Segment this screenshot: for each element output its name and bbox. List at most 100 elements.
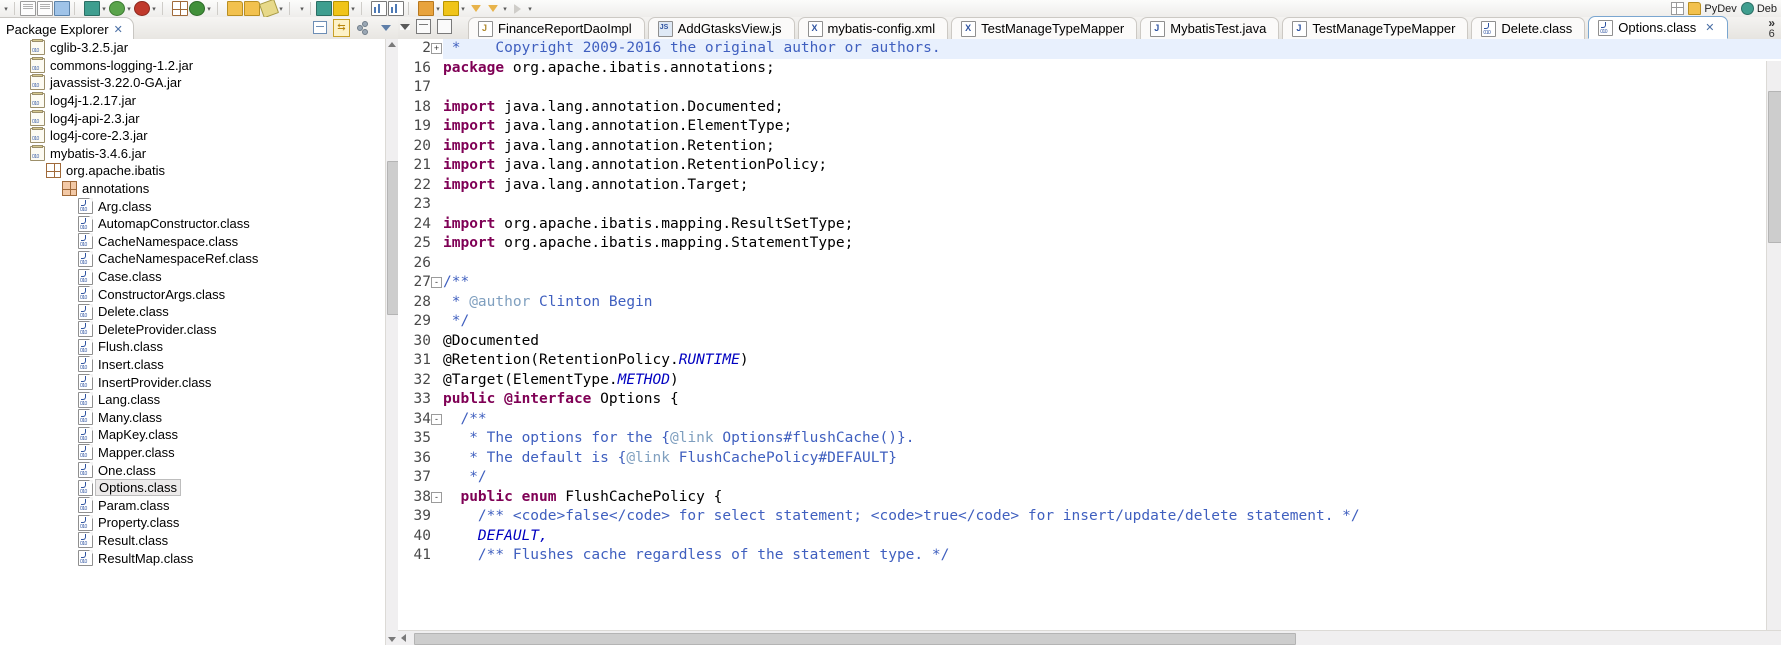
editor-tab-financereportdaoimpl[interactable]: FinanceReportDaoImpl [468,17,645,39]
code-line[interactable]: package org.apache.ibatis.annotations; [443,59,1781,79]
back-button[interactable] [467,1,484,16]
maximize-icon[interactable] [437,19,452,34]
code-line[interactable]: */ [443,468,1781,488]
editor-tab-addgtasksview-js[interactable]: AddGtasksView.js [647,17,795,39]
tree-item-commons-logging-1-2-jar[interactable]: commons-logging-1.2.jar [0,56,386,75]
tree-item-resultmap-class[interactable]: ResultMap.class [0,549,386,567]
tree-item-cachenamespace-class[interactable]: CacheNamespace.class [0,233,386,251]
package-explorer-tree[interactable]: cglib-3.2.5.jarcommons-logging-1.2.jar ja… [0,39,386,645]
editor-tab-delete-class[interactable]: Delete.class [1471,17,1586,39]
new-java-package-button[interactable] [171,1,188,16]
tree-item-cglib-3-2-5-jar[interactable]: cglib-3.2.5.jar [0,39,386,57]
code-line[interactable]: @Documented [443,332,1781,352]
fold-expand-icon[interactable]: + [431,43,442,54]
search-button[interactable] [315,1,332,16]
tree-item-options-class[interactable]: Options.class [0,479,386,497]
chevron-down-icon[interactable] [400,23,410,30]
tree-item-cachenamespaceref-class[interactable]: CacheNamespaceRef.class [0,250,386,268]
refresh-button[interactable] [188,1,205,16]
view-filters-button[interactable] [355,19,372,36]
tree-item-mapkey-class[interactable]: MapKey.class [0,426,386,444]
tree-item-param-class[interactable]: Param.class [0,496,386,514]
code-line[interactable]: import org.apache.ibatis.mapping.ResultS… [443,215,1781,235]
minimize-icon[interactable] [416,19,431,34]
tree-item-deleteprovider-class[interactable]: DeleteProvider.class [0,321,386,339]
markers-dropdown-arrow[interactable]: ▾ [434,1,442,16]
code-line[interactable]: */ [443,312,1781,332]
link-with-editor-button[interactable]: ⇆ [333,18,350,37]
code-line[interactable]: import org.apache.ibatis.mapping.Stateme… [443,234,1781,254]
outline-button[interactable] [370,1,387,16]
tree-item-result-class[interactable]: Result.class [0,532,386,550]
code-line[interactable] [443,78,1781,98]
tree-item-delete-class[interactable]: Delete.class [0,303,386,321]
code-line[interactable]: import java.lang.annotation.Target; [443,176,1781,196]
code-line[interactable] [443,254,1781,274]
tree-item-insertprovider-class[interactable]: InsertProvider.class [0,373,386,391]
new-wizard-dropdown-arrow[interactable]: ▾ [2,1,10,16]
search-dropdown-arrow[interactable]: ▾ [298,1,306,16]
refresh-dropdown-arrow[interactable]: ▾ [205,1,213,16]
tree-item-arg-class[interactable]: Arg.class [0,197,386,215]
code-text[interactable]: * Copyright 2009-2016 the original autho… [443,39,1781,645]
code-line[interactable]: DEFAULT, [443,527,1781,547]
fold-collapse-icon[interactable]: - [431,491,442,503]
code-line[interactable] [443,195,1781,215]
fold-collapse-icon[interactable]: - [431,413,442,425]
tree-item-org-apache-ibatis[interactable]: org.apache.ibatis [0,162,386,180]
code-line[interactable]: * The default is {@link FlushCachePolicy… [443,449,1781,469]
tree-item-many-class[interactable]: Many.class [0,408,386,426]
code-line[interactable]: /** Flushes cache regardless of the stat… [443,546,1781,566]
scroll-thumb[interactable] [1768,91,1781,243]
code-line[interactable]: * Copyright 2009-2016 the original autho… [443,39,1781,59]
open-type-button[interactable] [226,1,243,16]
scroll-thumb[interactable] [414,633,1296,645]
tree-item-lang-class[interactable]: Lang.class [0,391,386,409]
code-line[interactable]: * The options for the {@link Options#flu… [443,429,1781,449]
tree-item-log4j-api-2-3-jar[interactable]: log4j-api-2.3.jar [0,109,386,127]
link-dropdown-arrow[interactable]: ▾ [349,1,357,16]
tree-item-flush-class[interactable]: Flush.class [0,338,386,356]
link-button[interactable] [332,1,349,16]
editor-tab-testmanagetypemapper[interactable]: TestManageTypeMapper [1282,17,1469,39]
nav-dropdown-arrow[interactable]: ▾ [526,1,534,16]
scroll-left-arrow[interactable] [401,634,406,642]
next-dropdown-arrow[interactable]: ▾ [459,1,467,16]
chart-button[interactable] [387,1,404,16]
view-menu-button[interactable] [377,19,394,36]
tab-package-explorer[interactable]: Package Explorer ✕ [0,17,134,40]
code-editor[interactable]: 2 16 17 18 19 20 21 22 23 24 25 26 27 28 29 30 31 32 33 34 3… [398,39,1781,645]
package-explorer-scrollbar[interactable] [385,39,399,645]
next-annotation-button[interactable] [442,1,459,16]
print-button[interactable] [53,1,70,16]
editor-tab-mybatistest-java[interactable]: MybatisTest.java [1140,17,1280,39]
open-perspective-icon[interactable] [1671,2,1685,15]
fold-collapse-icon[interactable]: - [431,277,442,288]
forward-dropdown-arrow[interactable]: ▾ [501,1,509,16]
tree-item-one-class[interactable]: One.class [0,461,386,479]
editor-tab-mybatis-config-xml[interactable]: mybatis-config.xml [797,17,949,39]
code-line[interactable]: import java.lang.annotation.RetentionPol… [443,156,1781,176]
code-line[interactable]: public @interface Options { [443,390,1781,410]
save-all-button[interactable] [36,1,53,16]
tree-item-mapper-class[interactable]: Mapper.class [0,444,386,462]
external-tools-dropdown-arrow[interactable]: ▾ [150,1,158,16]
editor-tab-options-class[interactable]: Options.class ✕ [1588,16,1728,39]
code-line[interactable]: import java.lang.annotation.ElementType; [443,117,1781,137]
tree-item-insert-class[interactable]: Insert.class [0,356,386,374]
close-icon[interactable]: ✕ [1705,21,1714,34]
folding-ruler[interactable]: + - - - [431,39,443,645]
tree-item-constructorargs-class[interactable]: ConstructorArgs.class [0,285,386,303]
collapse-all-button[interactable] [311,19,328,36]
external-tools-button[interactable] [133,1,150,16]
tree-item-log4j-core-2-3-jar[interactable]: log4j-core-2.3.jar [0,127,386,145]
editor-tabs[interactable]: FinanceReportDaoImpl AddGtasksView.js myba… [468,16,1731,39]
code-line[interactable]: @Retention(RetentionPolicy.RUNTIME) [443,351,1781,371]
debug-dropdown-arrow[interactable]: ▾ [100,1,108,16]
editor-tab-overflow[interactable]: » 6 [1768,17,1775,40]
open-task-button[interactable] [243,1,260,16]
run-button[interactable] [108,1,125,16]
nav-last-button[interactable] [509,1,526,16]
run-dropdown-arrow[interactable]: ▾ [125,1,133,16]
scroll-up-arrow[interactable] [388,42,396,47]
